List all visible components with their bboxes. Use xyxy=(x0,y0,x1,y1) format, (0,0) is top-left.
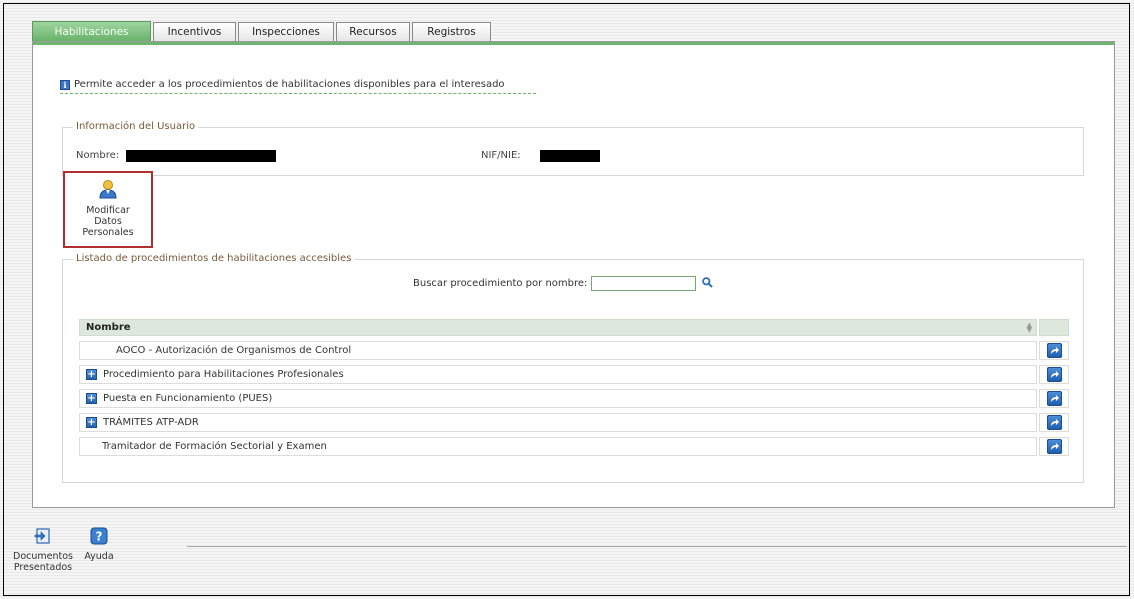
help-icon: ? xyxy=(90,527,108,548)
documents-presented-label: Documentos Presentados xyxy=(13,551,73,573)
procedure-name: Procedimiento para Habilitaciones Profes… xyxy=(103,369,344,380)
info-text: Permite acceder a los procedimientos de … xyxy=(74,79,505,90)
modify-personal-data-label: Modificar Datos Personales xyxy=(82,205,134,238)
info-icon: i xyxy=(60,79,70,90)
expand-plus-icon[interactable]: + xyxy=(86,417,97,428)
table-row-action-cell xyxy=(1039,437,1069,456)
expand-plus-icon[interactable]: + xyxy=(86,369,97,380)
procedure-name: Tramitador de Formación Sectorial y Exam… xyxy=(102,441,327,452)
search-label: Buscar procedimiento por nombre: xyxy=(413,278,588,289)
help-button[interactable]: ? Ayuda xyxy=(79,527,119,562)
modify-personal-data-button[interactable]: Modificar Datos Personales xyxy=(63,171,153,248)
info-message: i Permite acceder a los procedimientos d… xyxy=(60,79,536,94)
table-row-action-cell xyxy=(1039,389,1069,408)
go-arrow-icon[interactable] xyxy=(1046,367,1062,382)
help-label: Ayuda xyxy=(84,551,114,562)
table-row-action-cell xyxy=(1039,365,1069,384)
go-arrow-icon[interactable] xyxy=(1046,343,1062,358)
table-row[interactable]: Tramitador de Formación Sectorial y Exam… xyxy=(79,437,1037,456)
main-panel: i Permite acceder a los procedimientos d… xyxy=(32,41,1115,508)
procedure-name: TRÁMITES ATP-ADR xyxy=(103,417,199,428)
table-header[interactable]: Nombre ▲ ▼ xyxy=(79,319,1037,336)
tab-incentivos[interactable]: Incentivos xyxy=(153,22,236,41)
search-row: Buscar procedimiento por nombre: xyxy=(413,276,714,291)
go-arrow-icon[interactable] xyxy=(1046,415,1062,430)
procedure-name: Puesta en Funcionamiento (PUES) xyxy=(103,393,273,404)
expand-plus-icon[interactable]: + xyxy=(86,393,97,404)
go-arrow-icon[interactable] xyxy=(1046,391,1062,406)
documents-presented-button[interactable]: Documentos Presentados xyxy=(13,527,73,573)
table-row[interactable]: AOCO - Autorización de Organismos de Con… xyxy=(79,341,1037,360)
bottom-toolbar: Documentos Presentados ? Ayuda xyxy=(13,527,127,573)
column-header-nombre: Nombre xyxy=(86,322,131,333)
search-icon[interactable] xyxy=(702,276,714,291)
go-arrow-icon[interactable] xyxy=(1046,439,1062,454)
tab-registros[interactable]: Registros xyxy=(412,22,491,41)
user-info-legend: Información del Usuario xyxy=(73,121,199,133)
tab-bar: Habilitaciones Incentivos Inspecciones R… xyxy=(32,21,493,41)
user-info-fieldset: Información del Usuario Nombre: NIF/NIE: xyxy=(62,121,1084,176)
table-row-action-cell xyxy=(1039,413,1069,432)
documents-icon xyxy=(34,527,52,548)
table-row[interactable]: + Puesta en Funcionamiento (PUES) xyxy=(79,389,1037,408)
search-input[interactable] xyxy=(591,276,697,291)
tab-inspecciones[interactable]: Inspecciones xyxy=(238,22,334,41)
name-label: Nombre: xyxy=(76,150,120,161)
name-redacted xyxy=(126,150,276,162)
table-header-action-cell xyxy=(1039,319,1069,336)
user-icon xyxy=(98,179,118,202)
panel-accent-line xyxy=(33,42,1114,45)
procedures-fieldset: Listado de procedimientos de habilitacio… xyxy=(62,253,1084,483)
nif-label: NIF/NIE: xyxy=(481,150,521,161)
svg-text:?: ? xyxy=(96,530,103,544)
nif-redacted xyxy=(540,150,600,162)
table-row[interactable]: + Procedimiento para Habilitaciones Prof… xyxy=(79,365,1037,384)
tab-recursos[interactable]: Recursos xyxy=(336,22,410,41)
sort-icon[interactable]: ▲ ▼ xyxy=(1027,322,1032,334)
procedures-legend: Listado de procedimientos de habilitacio… xyxy=(73,253,355,265)
table-row[interactable]: + TRÁMITES ATP-ADR xyxy=(79,413,1037,432)
tab-habilitaciones[interactable]: Habilitaciones xyxy=(32,21,151,41)
table-row-action-cell xyxy=(1039,341,1069,360)
procedure-name: AOCO - Autorización de Organismos de Con… xyxy=(116,345,352,356)
bottom-separator xyxy=(187,546,1127,547)
